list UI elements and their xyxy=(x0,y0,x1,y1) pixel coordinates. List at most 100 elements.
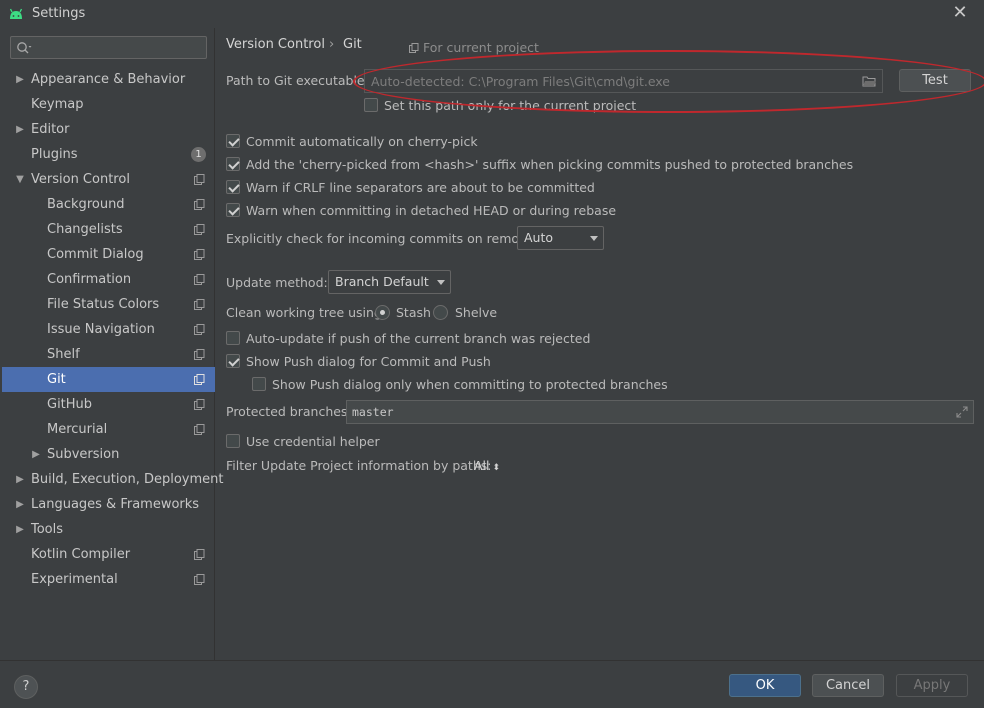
sidebar-item-shelf[interactable]: Shelf xyxy=(2,342,215,367)
sidebar-item-file-status-colors[interactable]: File Status Colors xyxy=(2,292,215,317)
git-path-placeholder: Auto-detected: C:\Program Files\Git\cmd\… xyxy=(371,74,670,89)
project-scope-icon xyxy=(194,399,205,410)
sidebar-item-commit-dialog[interactable]: Commit Dialog xyxy=(2,242,215,267)
path-only-current-label: Set this path only for the current proje… xyxy=(384,98,637,113)
test-button[interactable]: Test xyxy=(899,69,971,92)
sidebar-item-label: Plugins xyxy=(31,147,78,162)
ok-button[interactable]: OK xyxy=(729,674,801,697)
breadcrumb-parent[interactable]: Version Control xyxy=(226,37,325,52)
title-bar: Settings ✕ xyxy=(0,0,984,28)
expand-right-arrow-icon[interactable]: ▶ xyxy=(30,442,42,467)
sidebar-item-tools[interactable]: ▶ Tools xyxy=(2,517,215,542)
clean-tree-label: Clean working tree using: xyxy=(226,305,387,320)
sidebar-item-appearance-behavior[interactable]: ▶ Appearance & Behavior xyxy=(2,67,215,92)
expand-right-arrow-icon[interactable]: ▶ xyxy=(14,492,26,517)
sidebar-item-label: Kotlin Compiler xyxy=(31,547,131,562)
sidebar-item-build-execution-deployment[interactable]: ▶ Build, Execution, Deployment xyxy=(2,467,223,492)
close-icon[interactable]: ✕ xyxy=(950,3,970,23)
path-only-current-checkbox[interactable] xyxy=(364,98,378,112)
commit-on-cherry-pick-label: Commit automatically on cherry-pick xyxy=(246,134,478,149)
chevron-down-icon xyxy=(590,236,598,241)
sidebar-item-subversion[interactable]: ▶ Subversion xyxy=(2,442,215,467)
sidebar-item-version-control[interactable]: ▼ Version Control xyxy=(2,167,215,192)
apply-button[interactable]: Apply xyxy=(896,674,968,697)
sidebar-item-label: Changelists xyxy=(47,222,123,237)
git-settings-panel: Version Control › Git For current projec… xyxy=(216,28,984,660)
expand-down-arrow-icon[interactable]: ▼ xyxy=(14,167,26,192)
cherry-picked-suffix-checkbox[interactable] xyxy=(226,157,240,171)
breadcrumb-separator: › xyxy=(329,37,335,52)
expand-right-arrow-icon[interactable]: ▶ xyxy=(14,517,26,542)
stash-label: Stash xyxy=(396,305,431,320)
update-method-value: Branch Default xyxy=(335,274,429,289)
warn-crlf-label: Warn if CRLF line separators are about t… xyxy=(246,180,595,195)
settings-sidebar: ▶ Appearance & Behavior Keymap ▶ Editor Plugi… xyxy=(2,28,223,660)
project-scope-icon xyxy=(194,249,205,260)
search-icon xyxy=(17,42,32,54)
expand-right-arrow-icon[interactable]: ▶ xyxy=(14,467,26,492)
sidebar-item-label: Background xyxy=(47,197,125,212)
stash-radio[interactable] xyxy=(375,305,390,320)
incoming-commits-select[interactable]: Auto xyxy=(517,226,604,250)
commit-on-cherry-pick-checkbox[interactable] xyxy=(226,134,240,148)
window-title: Settings xyxy=(32,6,86,21)
android-icon xyxy=(9,8,23,19)
expand-right-arrow-icon[interactable]: ▶ xyxy=(14,67,26,92)
show-push-label: Show Push dialog for Commit and Push xyxy=(246,354,491,369)
help-button[interactable]: ? xyxy=(14,675,38,699)
breadcrumb-current: Git xyxy=(343,37,362,52)
updown-icon: ⬍ xyxy=(492,463,501,473)
sidebar-item-languages-frameworks[interactable]: ▶ Languages & Frameworks xyxy=(2,492,215,517)
warn-crlf-checkbox[interactable] xyxy=(226,180,240,194)
sidebar-item-background[interactable]: Background xyxy=(2,192,215,217)
auto-update-label: Auto-update if push of the current branc… xyxy=(246,331,591,346)
git-path-label: Path to Git executable: xyxy=(226,73,369,88)
filter-paths-selector[interactable]: All ⬍ xyxy=(474,458,500,473)
sidebar-item-label: GitHub xyxy=(47,397,93,412)
auto-update-checkbox[interactable] xyxy=(226,331,240,345)
project-scope-icon xyxy=(194,299,205,310)
project-scope-icon xyxy=(194,224,205,235)
filter-paths-value: All xyxy=(474,458,490,473)
sidebar-item-label: Git xyxy=(47,372,66,387)
sidebar-item-label: Mercurial xyxy=(47,422,108,437)
expand-right-arrow-icon[interactable]: ▶ xyxy=(14,117,26,142)
git-path-input[interactable]: Auto-detected: C:\Program Files\Git\cmd\… xyxy=(364,69,883,93)
sidebar-item-plugins[interactable]: Plugins 1 xyxy=(2,142,215,167)
sidebar-item-label: Tools xyxy=(31,522,64,537)
sidebar-item-label: File Status Colors xyxy=(47,297,160,312)
sidebar-item-github[interactable]: GitHub xyxy=(2,392,215,417)
chevron-down-icon xyxy=(437,280,445,285)
sidebar-item-changelists[interactable]: Changelists xyxy=(2,217,215,242)
sidebar-item-confirmation[interactable]: Confirmation xyxy=(2,267,215,292)
warn-detached-head-checkbox[interactable] xyxy=(226,203,240,217)
sidebar-item-kotlin-compiler[interactable]: Kotlin Compiler xyxy=(2,542,215,567)
sidebar-item-label: Editor xyxy=(31,122,70,137)
settings-search-input[interactable] xyxy=(10,36,207,59)
sidebar-item-label: Subversion xyxy=(47,447,120,462)
project-scope-icon xyxy=(194,349,205,360)
protected-branches-input[interactable]: master xyxy=(346,400,974,424)
sidebar-item-label: Commit Dialog xyxy=(47,247,144,262)
folder-browse-icon[interactable] xyxy=(862,75,876,87)
update-method-select[interactable]: Branch Default xyxy=(328,270,451,294)
shelve-radio[interactable] xyxy=(433,305,448,320)
expand-icon[interactable] xyxy=(956,406,968,418)
sidebar-item-experimental[interactable]: Experimental xyxy=(2,567,215,592)
dialog-button-bar: ? OK Cancel Apply xyxy=(0,660,984,708)
project-scope-icon xyxy=(194,199,205,210)
sidebar-item-editor[interactable]: ▶ Editor xyxy=(2,117,215,142)
sidebar-item-issue-navigation[interactable]: Issue Navigation xyxy=(2,317,215,342)
sidebar-item-git[interactable]: Git xyxy=(2,367,215,392)
warn-detached-head-label: Warn when committing in detached HEAD or… xyxy=(246,203,617,218)
sidebar-item-keymap[interactable]: Keymap xyxy=(2,92,215,117)
cancel-button[interactable]: Cancel xyxy=(812,674,884,697)
sidebar-item-label: Experimental xyxy=(31,572,118,587)
sidebar-item-mercurial[interactable]: Mercurial xyxy=(2,417,215,442)
show-push-protected-checkbox[interactable] xyxy=(252,377,266,391)
incoming-commits-label: Explicitly check for incoming commits on… xyxy=(226,231,543,246)
credential-helper-checkbox[interactable] xyxy=(226,434,240,448)
show-push-checkbox[interactable] xyxy=(226,354,240,368)
sidebar-item-label: Build, Execution, Deployment xyxy=(31,472,224,487)
project-scope-icon xyxy=(194,574,205,585)
